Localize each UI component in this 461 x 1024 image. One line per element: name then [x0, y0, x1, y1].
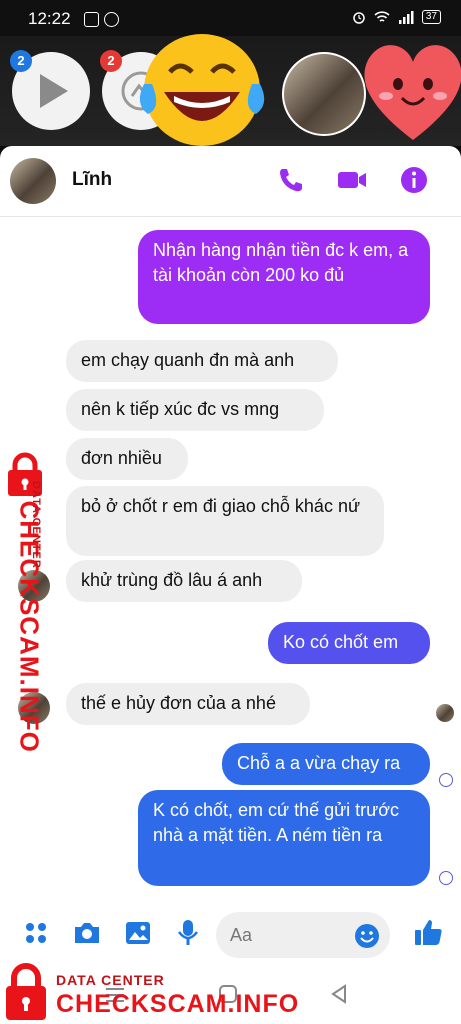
- message-incoming[interactable]: đơn nhiều: [66, 438, 188, 480]
- info-icon[interactable]: [398, 164, 430, 196]
- alarm-icon: [353, 12, 365, 24]
- menu-dots-icon[interactable]: [22, 919, 50, 947]
- sent-check-icon: [439, 871, 453, 885]
- messenger-icon: [104, 12, 119, 27]
- mic-icon[interactable]: [176, 919, 200, 947]
- status-right: 37: [352, 10, 441, 24]
- video-icon[interactable]: [336, 164, 368, 196]
- message-outgoing[interactable]: Ko có chốt em: [268, 622, 430, 664]
- signal-icon: [398, 10, 414, 24]
- sent-check-icon: [439, 773, 453, 787]
- wifi-icon: [374, 10, 390, 22]
- read-receipt-avatar: [436, 704, 454, 722]
- contact-name[interactable]: Lĩnh: [72, 169, 112, 191]
- chat-head-badge: 2: [10, 50, 32, 72]
- watermark-brand: CHECKSCAM.INFO: [56, 990, 300, 1018]
- chat-window: Lĩnh Nhận hàng nhận tiền đc k em, a tài …: [0, 146, 461, 1024]
- message-outgoing[interactable]: Chỗ a a vừa chạy ra: [222, 743, 430, 785]
- status-time: 12:22: [28, 9, 71, 28]
- message-incoming[interactable]: thế e hủy đơn của a nhé: [66, 683, 310, 725]
- zalo-icon: [84, 12, 99, 27]
- lock-watermark-icon: [6, 963, 46, 1020]
- message-incoming[interactable]: khử trùng đồ lâu á anh: [66, 560, 302, 602]
- contact-avatar[interactable]: [10, 158, 56, 204]
- message-incoming[interactable]: em chạy quanh đn mà anh: [66, 340, 338, 382]
- message-incoming[interactable]: bỏ ở chốt r em đi giao chỗ khác nứ: [66, 486, 384, 556]
- back-icon[interactable]: [330, 984, 348, 1004]
- message-input[interactable]: Aa: [216, 912, 390, 958]
- battery-level: 37: [421, 10, 441, 24]
- chat-heads-bar: 2 2: [0, 34, 461, 146]
- gallery-icon[interactable]: [124, 919, 152, 947]
- watermark-label-vertical: DATA CENTER: [30, 481, 42, 569]
- message-input-placeholder: Aa: [230, 925, 253, 945]
- chat-head-badge: 2: [100, 50, 122, 72]
- message-outgoing[interactable]: K có chốt, em cứ thế gửi trước nhà a mặt…: [138, 790, 430, 886]
- like-icon[interactable]: [412, 917, 444, 949]
- heart-emoji-icon: [364, 45, 461, 140]
- watermark-label: DATA CENTER: [56, 972, 165, 988]
- message-outgoing[interactable]: Nhận hàng nhận tiền đc k em, a tài khoản…: [138, 230, 430, 324]
- camera-icon[interactable]: [72, 919, 102, 947]
- composer: Aa: [0, 906, 461, 966]
- chat-header: Lĩnh: [0, 146, 461, 217]
- message-incoming[interactable]: nên k tiếp xúc đc vs mng: [66, 389, 324, 431]
- laughing-emoji-icon: [139, 34, 265, 146]
- call-icon[interactable]: [274, 164, 306, 196]
- chat-head-avatar[interactable]: [282, 52, 366, 136]
- emoji-icon[interactable]: [354, 923, 380, 949]
